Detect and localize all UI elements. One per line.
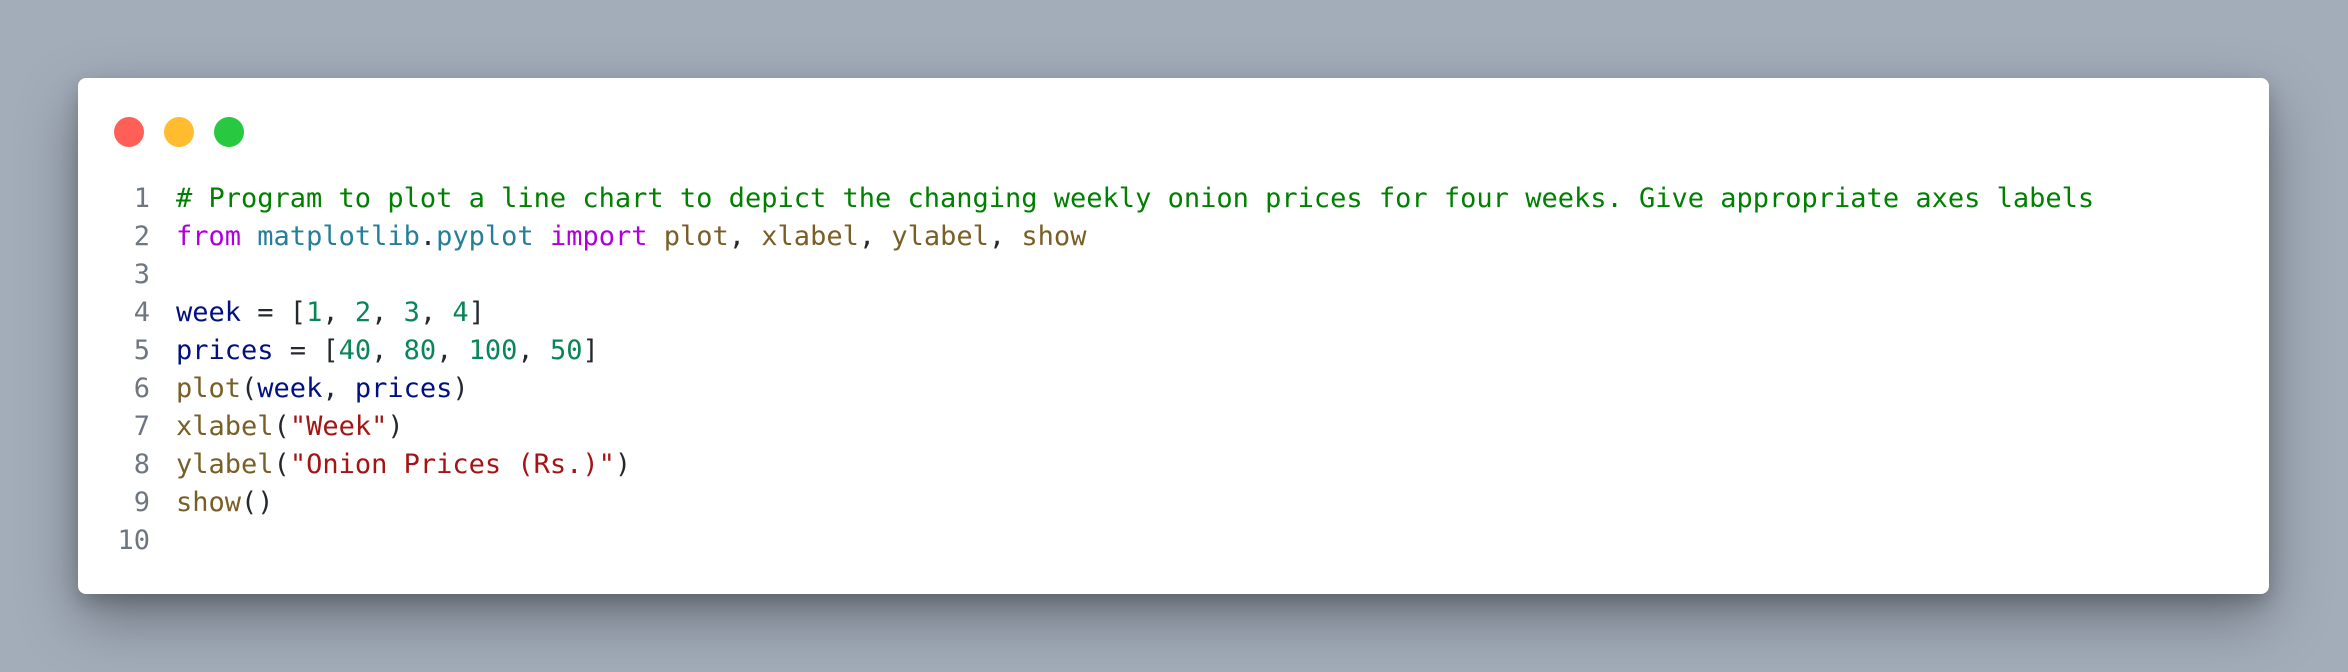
code-token-comment: # Program to plot a line chart to depict… [176, 183, 2095, 214]
code-line: 6 plot(week, prices) [78, 370, 2269, 408]
line-source: from matplotlib.pyplot import plot, xlab… [150, 218, 1086, 256]
line-number: 10 [117, 525, 150, 556]
code-token-fn: plot [663, 221, 729, 252]
code-line: 7 xlabel("Week") [78, 408, 2269, 446]
line-number: 8 [133, 449, 150, 480]
line-number: 3 [133, 259, 150, 290]
code-token-fn: ylabel [176, 449, 274, 480]
code-token-punc [534, 221, 550, 252]
code-line: 8 ylabel("Onion Prices (Rs.)") [78, 446, 2269, 484]
maximize-window-button[interactable] [214, 117, 244, 147]
line-number: 1 [133, 183, 150, 214]
code-token-fn: show [176, 487, 242, 518]
code-token-punc: , [436, 335, 469, 366]
line-source: # Program to plot a line chart to depict… [150, 180, 2094, 218]
code-line: 4 week = [1, 2, 3, 4] [78, 294, 2269, 332]
code-token-punc: , [419, 297, 453, 328]
code-line: 1 # Program to plot a line chart to depic… [78, 180, 2269, 218]
code-token-punc: ( [273, 411, 290, 442]
line-source: week = [1, 2, 3, 4] [150, 294, 485, 332]
code-token-punc [647, 221, 663, 252]
code-token-str: "Onion Prices (Rs.)" [289, 449, 615, 480]
code-token-punc: = [ [241, 297, 307, 328]
line-source: show() [150, 484, 274, 522]
line-number: 7 [133, 411, 150, 442]
code-line: 10 [78, 522, 2269, 560]
code-token-var: week [176, 297, 242, 328]
code-token-kw: import [549, 221, 648, 252]
code-token-punc: = [ [273, 335, 339, 366]
code-line: 5 prices = [40, 80, 100, 50] [78, 332, 2269, 370]
line-source: xlabel("Week") [150, 408, 404, 446]
code-token-punc: ) [387, 411, 404, 442]
window-controls [114, 117, 244, 147]
code-token-mod: pyplot [436, 221, 534, 252]
code-token-var: prices [354, 373, 453, 404]
code-token-punc: , [858, 221, 892, 252]
code-editor: 1 # Program to plot a line chart to depic… [78, 180, 2269, 560]
code-token-punc [241, 221, 257, 252]
code-token-kw: from [176, 221, 242, 252]
code-token-punc: , [322, 373, 355, 404]
code-line: 2 from matplotlib.pyplot import plot, xla… [78, 218, 2269, 256]
code-token-punc: , [728, 221, 762, 252]
code-token-num: 50 [549, 335, 583, 366]
line-source: plot(week, prices) [150, 370, 469, 408]
code-token-num: 80 [403, 335, 437, 366]
line-number: 6 [133, 373, 150, 404]
code-token-punc: ) [452, 373, 469, 404]
line-source: prices = [40, 80, 100, 50] [150, 332, 599, 370]
code-token-punc: , [517, 335, 550, 366]
code-token-punc: ( [241, 373, 258, 404]
code-token-mod: matplotlib [257, 221, 420, 252]
code-token-punc: , [322, 297, 355, 328]
code-token-punc: . [419, 221, 437, 252]
code-token-punc: , [371, 335, 404, 366]
code-token-var: prices [176, 335, 274, 366]
code-line: 9 show() [78, 484, 2269, 522]
code-token-fn: xlabel [761, 221, 859, 252]
code-token-num: 4 [452, 297, 469, 328]
code-token-num: 1 [306, 297, 323, 328]
code-token-fn: show [1021, 221, 1087, 252]
line-number: 9 [133, 487, 150, 518]
line-number: 4 [133, 297, 150, 328]
code-token-punc: ( [273, 449, 290, 480]
code-token-punc: ] [582, 335, 599, 366]
code-token-punc: ] [468, 297, 485, 328]
line-source: ylabel("Onion Prices (Rs.)") [150, 446, 631, 484]
code-token-var: week [257, 373, 323, 404]
code-token-fn: ylabel [891, 221, 989, 252]
code-token-fn: plot [176, 373, 242, 404]
code-token-fn: xlabel [176, 411, 274, 442]
line-source [150, 256, 176, 294]
code-token-punc: , [988, 221, 1022, 252]
line-source [150, 522, 176, 560]
line-number: 2 [133, 221, 150, 252]
close-window-button[interactable] [114, 117, 144, 147]
code-token-punc: ) [614, 449, 632, 480]
code-token-num: 40 [338, 335, 372, 366]
code-token-punc: , [371, 297, 404, 328]
code-token-str: "Week" [289, 411, 388, 442]
line-number: 5 [133, 335, 150, 366]
code-window: 1 # Program to plot a line chart to depic… [78, 78, 2269, 594]
code-line: 3 [78, 256, 2269, 294]
minimize-window-button[interactable] [164, 117, 194, 147]
code-token-punc: () [241, 487, 274, 518]
code-token-num: 100 [468, 335, 518, 366]
code-token-num: 3 [403, 297, 420, 328]
code-token-num: 2 [354, 297, 372, 328]
